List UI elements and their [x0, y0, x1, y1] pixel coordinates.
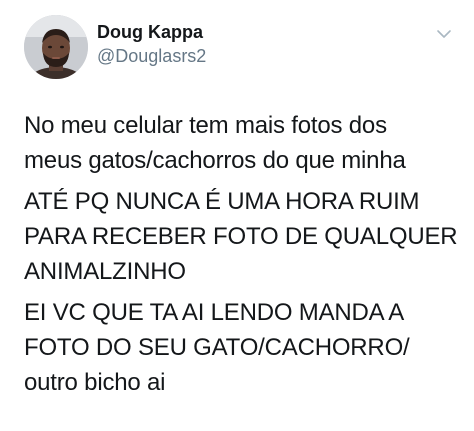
user-handle[interactable]: @Douglasrs2: [97, 46, 206, 67]
tweet-paragraph: ATÉ PQ NUNCA É UMA HORA RUIM PARA RECEBE…: [24, 188, 458, 285]
tweet-paragraph: EI VC QUE TA AI LENDO MANDA A FOTO DO SE…: [24, 299, 410, 396]
tweet-card: Doug Kappa @Douglasrs2 No meu celular te…: [0, 0, 474, 431]
tweet-paragraph: No meu celular tem mais fotos dos meus g…: [24, 112, 406, 174]
display-name[interactable]: Doug Kappa: [97, 22, 203, 43]
chevron-down-icon[interactable]: [436, 28, 452, 40]
avatar[interactable]: [24, 15, 88, 79]
tweet-text: No meu celular tem mais fotos dos meus g…: [24, 108, 464, 406]
avatar-photo: [24, 15, 88, 79]
